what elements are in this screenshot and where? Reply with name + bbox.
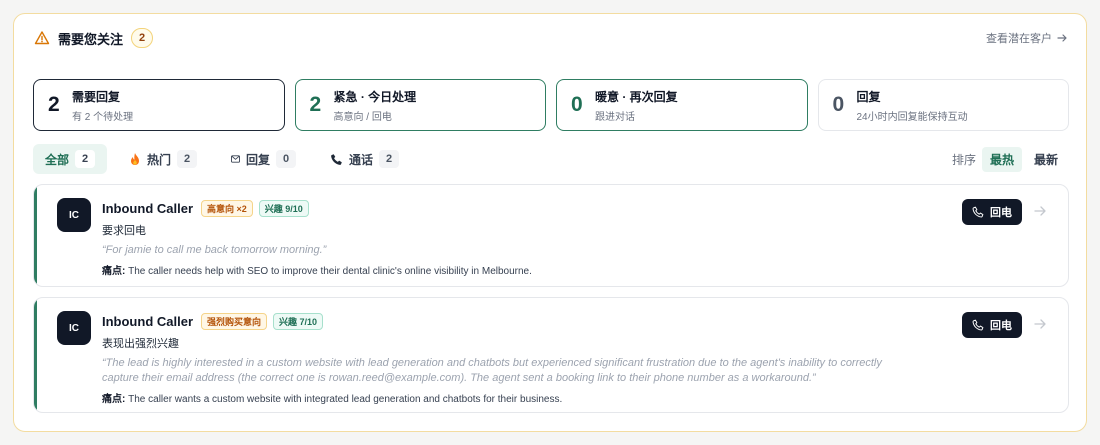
sort-label: 排序 <box>951 152 976 167</box>
stat-number: 2 <box>309 93 322 116</box>
interest-tag: 兴趣 7/10 <box>273 312 324 330</box>
lead-card[interactable]: IC Inbound Caller 高意向 ×2 兴趣 9/10 要求回电 “F… <box>33 184 1069 287</box>
warning-triangle-icon <box>34 31 50 45</box>
filter-count: 2 <box>379 150 400 168</box>
lead-quote: “For jamie to call me back tomorrow morn… <box>102 244 327 256</box>
stat-label: 需要回复 <box>72 89 121 104</box>
intent-tag: 高意向 ×2 <box>201 199 253 217</box>
filter-label: 回复 <box>246 152 271 167</box>
stat-urgent[interactable]: 2 紧急 · 今日处理 高意向 / 回电 <box>294 79 546 131</box>
stat-warm[interactable]: 0 暖意 · 再次回复 跟进对话 <box>556 79 808 131</box>
phone-icon <box>972 319 984 331</box>
arrow-right-icon[interactable] <box>1032 203 1048 219</box>
stat-label: 紧急 · 今日处理 <box>333 89 417 104</box>
caller-name: Inbound Caller <box>102 200 193 216</box>
avatar: IC <box>57 311 91 345</box>
filter-hot[interactable]: 热门 2 <box>117 144 209 174</box>
arrow-right-icon[interactable] <box>1032 316 1048 332</box>
pain-text: The caller wants a custom website with i… <box>128 394 563 405</box>
intent-tag: 强烈购买意向 <box>201 312 268 330</box>
attention-panel: 需要您关注 2 查看潜在客户 2 需要回复 有 2 个待处理 2 紧急 · 今日… <box>13 13 1087 432</box>
stat-number: 0 <box>832 93 845 116</box>
fire-icon <box>131 153 140 165</box>
lead-subtitle: 表现出强烈兴趣 <box>102 338 179 350</box>
lead-card[interactable]: IC Inbound Caller 强烈购买意向 兴趣 7/10 表现出强烈兴趣… <box>33 297 1069 413</box>
stat-replied[interactable]: 0 回复 24小时内回复能保持互动 <box>817 79 1069 131</box>
call-back-label: 回电 <box>990 207 1012 219</box>
filter-count: 0 <box>276 150 297 168</box>
filter-label: 热门 <box>147 152 172 167</box>
stats-row: 2 需要回复 有 2 个待处理 2 紧急 · 今日处理 高意向 / 回电 0 暖… <box>33 79 1069 133</box>
avatar: IC <box>57 198 91 232</box>
lead-quote: “The lead is highly interested in a cust… <box>102 357 882 384</box>
call-back-button[interactable]: 回电 <box>962 199 1022 225</box>
call-back-label: 回电 <box>990 320 1012 332</box>
sort-hottest[interactable]: 最热 <box>981 146 1022 172</box>
filter-label: 全部 <box>45 152 70 167</box>
pain-text: The caller needs help with SEO to improv… <box>128 266 532 277</box>
filter-count: 2 <box>75 150 96 168</box>
view-leads-label: 查看潜在客户 <box>986 33 1052 45</box>
filter-calls[interactable]: 通话 2 <box>318 144 411 174</box>
mail-icon <box>231 155 240 163</box>
arrow-right-icon <box>1057 34 1067 42</box>
stat-sub: 跟进对话 <box>595 111 635 123</box>
filter-reply[interactable]: 回复 0 <box>219 144 308 174</box>
filter-all[interactable]: 全部 2 <box>33 144 108 174</box>
panel-header: 需要您关注 2 <box>34 28 154 48</box>
view-leads-link[interactable]: 查看潜在客户 <box>986 30 1068 46</box>
phone-icon <box>972 206 984 218</box>
sort-newest[interactable]: 最新 <box>1026 147 1066 172</box>
stat-label: 暖意 · 再次回复 <box>595 89 678 104</box>
stat-sub: 24小时内回复能保持互动 <box>856 111 968 123</box>
panel-title: 需要您关注 <box>58 31 124 47</box>
pain-label: 痛点: <box>102 266 126 277</box>
filter-tabs: 全部 2 热门 2 回复 0 通话 2 <box>33 144 411 174</box>
lead-subtitle: 要求回电 <box>102 225 146 237</box>
stat-needs-reply[interactable]: 2 需要回复 有 2 个待处理 <box>33 79 285 131</box>
stat-sub: 高意向 / 回电 <box>333 111 392 123</box>
pain-label: 痛点: <box>102 394 126 405</box>
stat-number: 0 <box>571 93 583 116</box>
filter-count: 2 <box>177 150 198 168</box>
attention-count-badge: 2 <box>131 28 154 48</box>
phone-icon <box>331 153 342 165</box>
sort-control: 排序 最热 最新 <box>951 146 1066 172</box>
stat-number: 2 <box>48 93 60 116</box>
pain-point: 痛点: The caller wants a custom website wi… <box>102 390 908 405</box>
stat-label: 回复 <box>856 89 881 104</box>
stat-sub: 有 2 个待处理 <box>72 111 134 123</box>
filter-label: 通话 <box>349 152 374 167</box>
caller-name: Inbound Caller <box>102 313 193 329</box>
pain-point: 痛点: The caller needs help with SEO to im… <box>102 262 908 277</box>
call-back-button[interactable]: 回电 <box>962 312 1022 338</box>
interest-tag: 兴趣 9/10 <box>258 199 309 217</box>
